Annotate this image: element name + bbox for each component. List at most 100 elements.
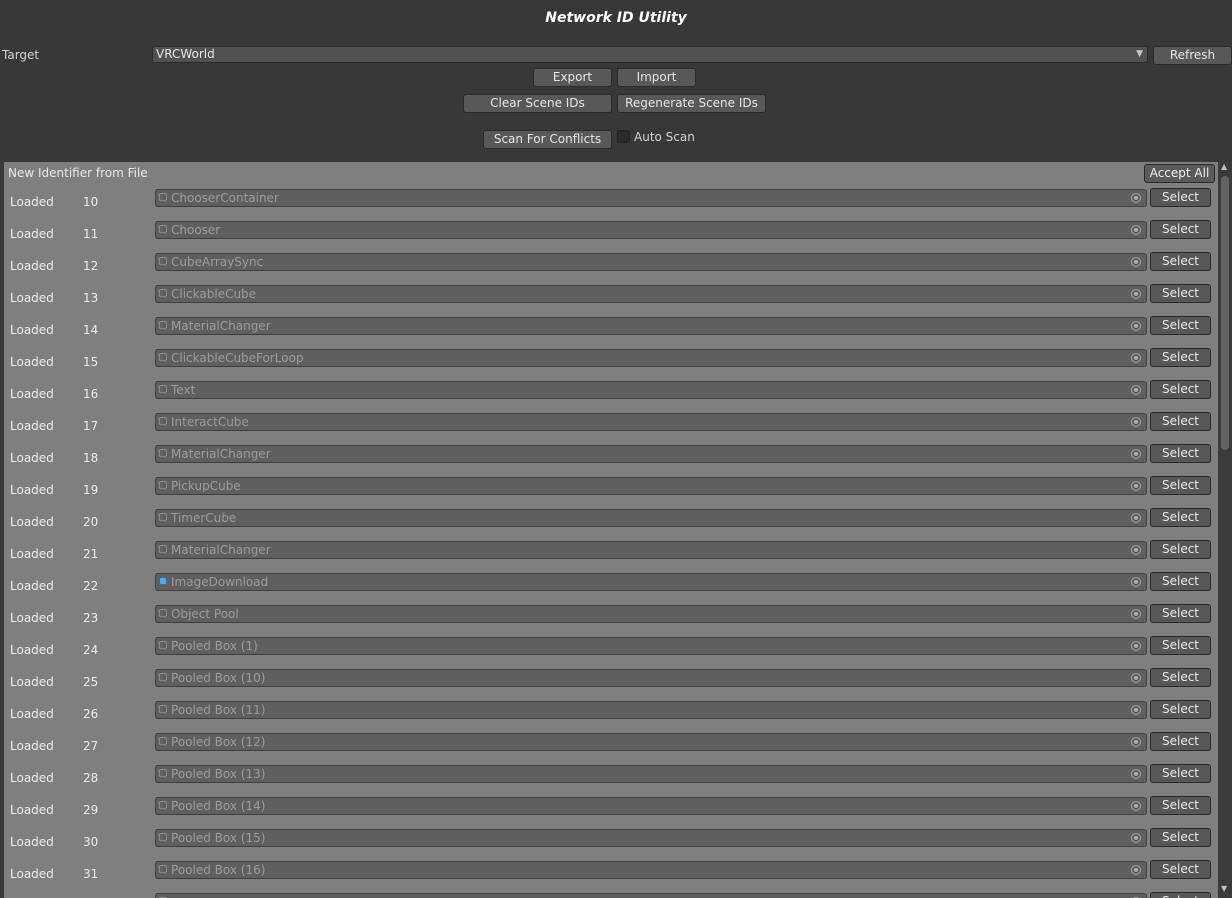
object-field[interactable]: Object Pool [155,605,1147,623]
select-button[interactable]: Select [1150,380,1211,399]
select-button[interactable]: Select [1150,348,1211,367]
select-button[interactable]: Select [1150,572,1211,591]
object-picker-icon[interactable] [1131,801,1141,811]
scrollbar-thumb[interactable] [1221,176,1229,450]
row-network-id: 21 [83,547,99,561]
prefab-icon [159,577,167,585]
auto-scan-checkbox[interactable] [617,130,630,143]
row-status: Loaded [10,259,54,273]
table-row: Loaded 22 ImageDownload Select [4,571,1218,603]
object-picker-icon[interactable] [1131,737,1141,747]
row-status: Loaded [10,547,54,561]
select-button[interactable]: Select [1150,188,1211,207]
object-picker-icon[interactable] [1131,641,1141,651]
object-field[interactable]: MaterialChanger [155,445,1147,463]
object-picker-icon[interactable] [1131,609,1141,619]
select-button[interactable]: Select [1150,700,1211,719]
object-picker-icon[interactable] [1131,257,1141,267]
object-field[interactable]: Pooled Box (15) [155,829,1147,847]
object-picker-icon[interactable] [1131,193,1141,203]
regenerate-scene-ids-button[interactable]: Regenerate Scene IDs [617,94,766,113]
object-picker-icon[interactable] [1131,353,1141,363]
select-button[interactable]: Select [1150,284,1211,303]
object-field[interactable]: Pooled Box (14) [155,797,1147,815]
row-status: Loaded [10,835,54,849]
select-button[interactable]: Select [1150,604,1211,623]
object-field[interactable]: MaterialChanger [155,317,1147,335]
select-button[interactable]: Select [1150,828,1211,847]
export-button[interactable]: Export [533,68,612,87]
object-field[interactable]: Pooled Box (1) [155,637,1147,655]
gameobject-icon [159,673,167,681]
select-button[interactable]: Select [1150,860,1211,879]
object-field[interactable]: ClickableCube [155,285,1147,303]
table-row: Loaded 29 Pooled Box (14) Select [4,795,1218,827]
object-field[interactable]: TimerCube [155,509,1147,527]
object-field[interactable]: Chooser [155,221,1147,239]
scroll-down-arrow-icon[interactable]: ▼ [1221,884,1227,893]
row-network-id: 23 [83,611,99,625]
object-picker-icon[interactable] [1131,545,1141,555]
table-row: Loaded 27 Pooled Box (12) Select [4,731,1218,763]
object-field[interactable]: ImageDownload [155,573,1147,591]
select-button[interactable]: Select [1150,220,1211,239]
row-network-id: 22 [83,579,99,593]
object-picker-icon[interactable] [1131,833,1141,843]
object-picker-icon[interactable] [1131,449,1141,459]
object-picker-icon[interactable] [1131,417,1141,427]
row-network-id: 15 [83,355,99,369]
object-field[interactable]: Pooled Box (12) [155,733,1147,751]
row-network-id: 29 [83,803,99,817]
object-field[interactable]: InteractCube [155,413,1147,431]
object-picker-icon[interactable] [1131,289,1141,299]
table-row: Loaded 11 Chooser Select [4,219,1218,251]
select-button[interactable]: Select [1150,636,1211,655]
select-button[interactable]: Select [1150,796,1211,815]
object-field[interactable]: ChooserContainer [155,189,1147,207]
target-dropdown[interactable]: VRCWorld ▼ [152,46,1148,63]
clear-scene-ids-button[interactable]: Clear Scene IDs [463,94,612,113]
vertical-scrollbar[interactable]: ▲ ▼ [1218,162,1232,898]
select-button[interactable]: Select [1150,476,1211,495]
table-row: Loaded 18 MaterialChanger Select [4,443,1218,475]
table-row: Loaded 24 Pooled Box (1) Select [4,635,1218,667]
object-picker-icon[interactable] [1131,481,1141,491]
import-button[interactable]: Import [617,68,696,87]
table-row: Loaded 23 Object Pool Select [4,603,1218,635]
select-button[interactable]: Select [1150,508,1211,527]
object-field[interactable]: ClickableCubeForLoop [155,349,1147,367]
object-field[interactable]: Pooled Box (10) [155,669,1147,687]
select-button[interactable]: Select [1150,412,1211,431]
object-field[interactable]: Text [155,381,1147,399]
select-button[interactable]: Select [1150,764,1211,783]
row-status: Loaded [10,707,54,721]
scan-for-conflicts-button[interactable]: Scan For Conflicts [483,130,612,149]
object-field[interactable]: Pooled Box (16) [155,861,1147,879]
object-field[interactable]: Pooled Box (13) [155,765,1147,783]
object-picker-icon[interactable] [1131,769,1141,779]
object-picker-icon[interactable] [1131,321,1141,331]
gameobject-icon [159,513,167,521]
select-button[interactable]: Select [1150,316,1211,335]
select-button[interactable]: Select [1150,252,1211,271]
object-field[interactable]: Pooled Box (11) [155,701,1147,719]
select-button[interactable]: Select [1150,540,1211,559]
scroll-up-arrow-icon[interactable]: ▲ [1221,162,1227,171]
object-picker-icon[interactable] [1131,225,1141,235]
object-picker-icon[interactable] [1131,513,1141,523]
object-picker-icon[interactable] [1131,577,1141,587]
select-button[interactable]: Select [1150,444,1211,463]
object-picker-icon[interactable] [1131,385,1141,395]
object-field[interactable] [155,893,1147,898]
object-picker-icon[interactable] [1131,705,1141,715]
object-field[interactable]: PickupCube [155,477,1147,495]
object-field[interactable]: CubeArraySync [155,253,1147,271]
object-picker-icon[interactable] [1131,865,1141,875]
accept-all-button[interactable]: Accept All [1144,164,1215,183]
object-field[interactable]: MaterialChanger [155,541,1147,559]
object-picker-icon[interactable] [1131,673,1141,683]
refresh-button[interactable]: Refresh [1153,46,1232,65]
select-button[interactable]: Select [1150,668,1211,687]
select-button[interactable]: Select [1150,732,1211,751]
select-button[interactable]: Select [1150,892,1211,898]
